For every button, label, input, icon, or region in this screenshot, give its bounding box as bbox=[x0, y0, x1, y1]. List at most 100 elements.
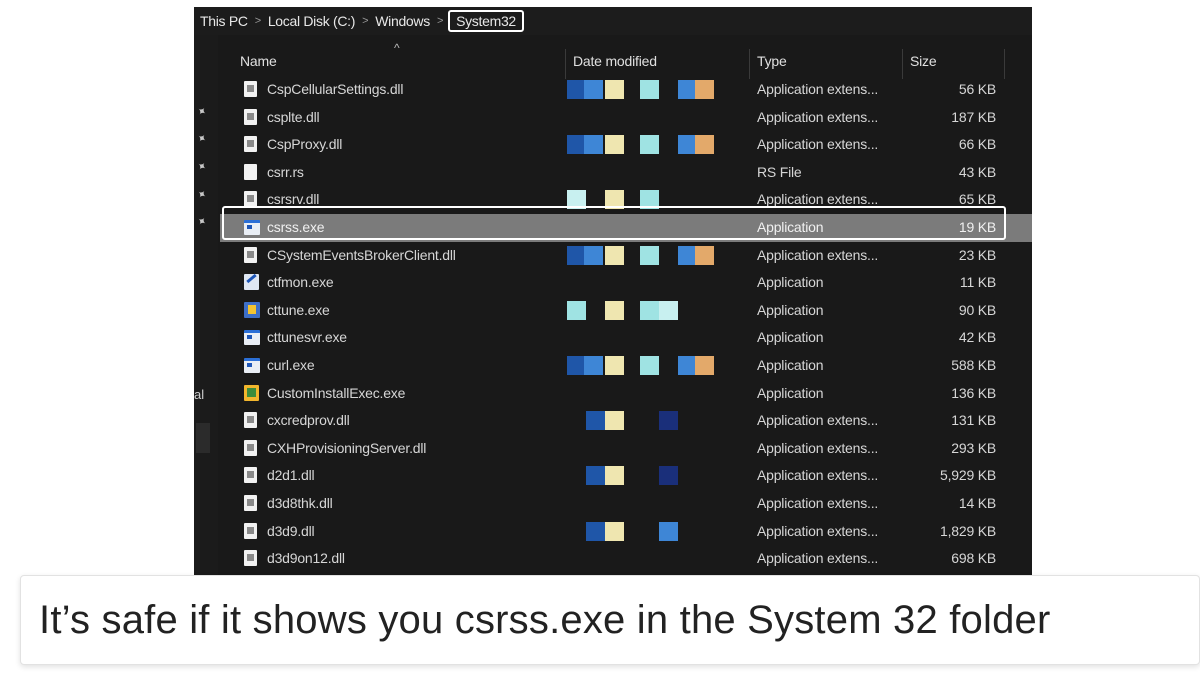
file-size: 5,929 KB bbox=[940, 467, 996, 484]
table-row[interactable]: cxcredprov.dll Application extens... 131 K… bbox=[220, 407, 1032, 435]
redaction-block bbox=[584, 245, 603, 265]
table-row[interactable]: CspProxy.dll Application extens... 66 KB bbox=[220, 131, 1032, 159]
chevron-right-icon[interactable]: > bbox=[359, 15, 371, 27]
file-name: cxcredprov.dll bbox=[267, 412, 350, 429]
file-size: 42 KB bbox=[958, 329, 996, 346]
exe-app-icon bbox=[244, 330, 260, 346]
file-type: Application extens... bbox=[757, 439, 879, 456]
redaction-block bbox=[640, 355, 659, 375]
table-row[interactable]: curl.exe Application 588 KB bbox=[220, 352, 1032, 380]
exe-app-icon bbox=[244, 357, 260, 373]
breadcrumb: This PC > Local Disk (C:) > Windows > Sy… bbox=[194, 7, 1032, 35]
file-name: csrsrv.dll bbox=[267, 191, 320, 208]
redaction-block bbox=[695, 135, 714, 155]
redaction-block bbox=[695, 80, 714, 99]
redaction-block bbox=[605, 300, 624, 320]
file-size: 43 KB bbox=[958, 163, 996, 180]
table-row[interactable]: cttune.exe Application 90 KB bbox=[220, 297, 1032, 325]
breadcrumb-system32[interactable]: System32 bbox=[448, 10, 524, 32]
file-name: cttune.exe bbox=[267, 301, 330, 318]
dll-file-icon bbox=[244, 246, 257, 263]
column-header-size[interactable]: Size bbox=[910, 53, 937, 69]
table-row[interactable]: csplte.dll Application extens... 187 KB bbox=[220, 104, 1032, 132]
column-divider[interactable] bbox=[749, 49, 750, 79]
redaction-block bbox=[678, 80, 695, 99]
file-size: 11 KB bbox=[959, 274, 996, 291]
redaction-block bbox=[605, 135, 624, 155]
pin-icon[interactable]: ✦ bbox=[194, 131, 209, 146]
table-row[interactable]: cttunesvr.exe Application 42 KB bbox=[220, 324, 1032, 352]
dll-file-icon bbox=[244, 439, 257, 456]
file-name: CspProxy.dll bbox=[267, 136, 343, 153]
redaction-block bbox=[605, 521, 624, 541]
file-size: 65 KB bbox=[958, 191, 996, 208]
redaction-block bbox=[586, 411, 605, 431]
pin-icon[interactable]: ✦ bbox=[194, 214, 209, 229]
redaction-block bbox=[586, 466, 605, 486]
file-type: Application extens... bbox=[757, 108, 879, 125]
navigation-item-selected[interactable] bbox=[196, 423, 210, 453]
dll-file-icon bbox=[244, 191, 257, 208]
file-size: 131 KB bbox=[951, 412, 996, 429]
table-row[interactable]: d3d8thk.dll Application extens... 14 KB bbox=[220, 490, 1032, 518]
file-size: 588 KB bbox=[951, 356, 996, 373]
column-header-type[interactable]: Type bbox=[757, 53, 787, 69]
dll-file-icon bbox=[244, 550, 257, 567]
file-type: Application extens... bbox=[757, 550, 879, 567]
redaction-block bbox=[567, 300, 586, 320]
file-type: Application extens... bbox=[757, 494, 879, 511]
column-divider[interactable] bbox=[1004, 49, 1005, 79]
table-row[interactable]: d2d1.dll Application extens... 5,929 KB bbox=[220, 462, 1032, 490]
file-size: 66 KB bbox=[958, 136, 996, 153]
pin-icon[interactable]: ✦ bbox=[194, 187, 209, 202]
file-size: 698 KB bbox=[951, 550, 996, 567]
file-type: Application bbox=[757, 329, 824, 346]
redaction-block bbox=[640, 300, 659, 320]
table-row[interactable]: ctfmon.exe Application 11 KB bbox=[220, 269, 1032, 297]
column-header: Name Date modified Type Size bbox=[220, 49, 1032, 79]
file-name: csplte.dll bbox=[267, 108, 320, 125]
redaction-block bbox=[678, 245, 695, 265]
chevron-right-icon[interactable]: > bbox=[434, 15, 446, 27]
redaction-block bbox=[586, 521, 605, 541]
table-row[interactable]: d3d9.dll Application extens... 1,829 KB bbox=[220, 518, 1032, 546]
caption-banner: It’s safe if it shows you csrss.exe in t… bbox=[20, 575, 1200, 665]
file-list: CspCellularSettings.dll Application exten… bbox=[220, 76, 1032, 573]
caption-text: It’s safe if it shows you csrss.exe in t… bbox=[39, 597, 1051, 642]
file-name: d3d9.dll bbox=[267, 522, 315, 539]
file-name: d2d1.dll bbox=[267, 467, 315, 484]
file-type: Application bbox=[757, 384, 824, 401]
breadcrumb-windows[interactable]: Windows bbox=[371, 13, 434, 29]
file-type: Application bbox=[757, 301, 824, 318]
redaction-block bbox=[659, 466, 678, 486]
redaction-block bbox=[678, 355, 695, 375]
column-divider[interactable] bbox=[902, 49, 903, 79]
column-header-name[interactable]: Name bbox=[240, 53, 277, 69]
redaction-block bbox=[605, 411, 624, 431]
column-divider[interactable] bbox=[565, 49, 566, 79]
column-header-date[interactable]: Date modified bbox=[573, 53, 657, 69]
dll-file-icon bbox=[244, 412, 257, 429]
table-row[interactable]: csrr.rs RS File 43 KB bbox=[220, 159, 1032, 187]
pin-icon[interactable]: ✦ bbox=[194, 159, 209, 174]
chevron-right-icon[interactable]: > bbox=[252, 15, 264, 27]
table-row[interactable]: CXHProvisioningServer.dll Application ext… bbox=[220, 435, 1032, 463]
dll-file-icon bbox=[244, 494, 257, 511]
table-row[interactable]: CspCellularSettings.dll Application exten… bbox=[220, 76, 1032, 104]
navigation-pane: ✦ ✦ ✦ ✦ ✦ al bbox=[194, 35, 218, 575]
csrss-highlight-box bbox=[222, 206, 1006, 240]
navigation-item-label[interactable]: al bbox=[194, 387, 204, 402]
redaction-block bbox=[567, 80, 584, 99]
file-size: 187 KB bbox=[951, 108, 996, 125]
table-row[interactable]: CSystemEventsBrokerClient.dll Application… bbox=[220, 242, 1032, 270]
breadcrumb-this-pc[interactable]: This PC bbox=[194, 13, 252, 29]
redaction-block bbox=[605, 466, 624, 486]
table-row[interactable]: d3d9on12.dll Application extens... 698 KB bbox=[220, 545, 1032, 573]
table-row[interactable]: CustomInstallExec.exe Application 136 KB bbox=[220, 380, 1032, 408]
redaction-block bbox=[584, 80, 603, 99]
redaction-block bbox=[605, 80, 624, 99]
file-name: CXHProvisioningServer.dll bbox=[267, 439, 427, 456]
file-type: Application bbox=[757, 356, 824, 373]
breadcrumb-local-disk[interactable]: Local Disk (C:) bbox=[264, 13, 359, 29]
pin-icon[interactable]: ✦ bbox=[194, 104, 209, 119]
